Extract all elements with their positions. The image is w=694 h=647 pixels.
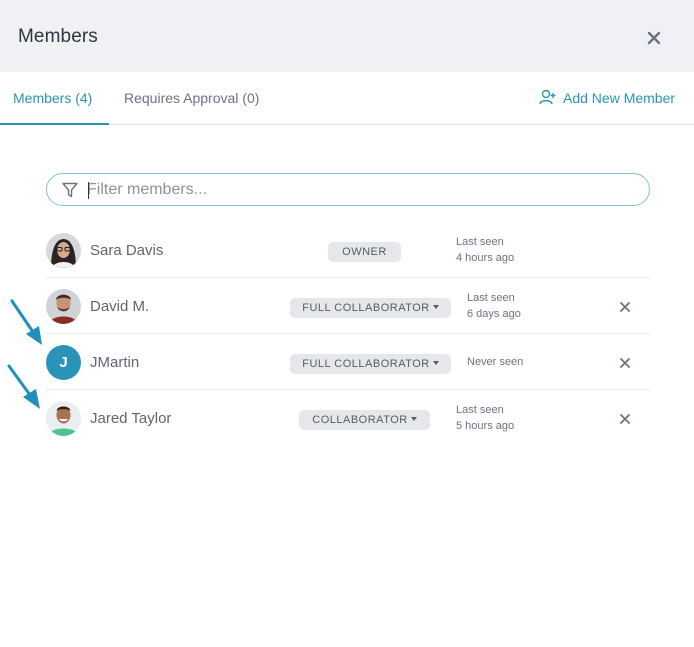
last-seen-time: 5 hours ago <box>456 420 515 432</box>
role-label: FULL COLLABORATOR <box>302 302 430 314</box>
filter-icon <box>62 182 78 198</box>
role-label: FULL COLLABORATOR <box>302 358 430 370</box>
last-seen-label: Last seen <box>456 404 504 416</box>
avatar-initial-letter: J <box>59 354 68 371</box>
avatar <box>46 233 81 268</box>
role-label: COLLABORATOR <box>312 414 408 426</box>
member-row-jmartin: J JMartin FULL COLLABORATOR Never seen <box>46 334 650 390</box>
last-seen-time: 4 hours ago <box>456 252 515 264</box>
add-new-member-button[interactable]: Add New Member <box>539 72 675 124</box>
close-icon[interactable] <box>642 26 666 50</box>
role-badge: OWNER <box>328 242 401 262</box>
avatar-initial: J <box>46 345 81 380</box>
last-seen: Last seen 5 hours ago <box>456 402 514 434</box>
annotation-arrow-icon <box>7 364 40 409</box>
tab-requires-approval[interactable]: Requires Approval (0) <box>124 72 259 125</box>
last-seen: Last seen 6 days ago <box>467 290 521 322</box>
tab-bar: Members (4) Requires Approval (0) Add Ne… <box>0 72 694 125</box>
modal-header: Members <box>0 0 694 72</box>
add-user-icon <box>539 89 556 104</box>
member-name: Sara Davis <box>90 242 164 259</box>
remove-member-icon[interactable] <box>618 300 632 314</box>
member-name: Jared Taylor <box>90 410 172 427</box>
last-seen-label: Last seen <box>467 292 515 304</box>
tab-members[interactable]: Members (4) <box>0 72 109 125</box>
text-cursor <box>88 182 89 199</box>
avatar <box>46 401 81 436</box>
member-row-david-m: David M. FULL COLLABORATOR Last seen 6 d… <box>46 278 650 334</box>
filter-members-input[interactable] <box>87 178 627 202</box>
last-seen-label: Last seen <box>456 236 504 248</box>
caret-down-icon <box>432 305 439 309</box>
filter-members-field[interactable] <box>46 173 650 206</box>
role-dropdown[interactable]: FULL COLLABORATOR <box>290 298 451 318</box>
member-name: JMartin <box>90 354 140 371</box>
caret-down-icon <box>410 417 417 421</box>
add-new-member-label: Add New Member <box>563 89 676 106</box>
caret-down-icon <box>432 361 439 365</box>
member-name: David M. <box>90 298 150 315</box>
annotation-arrow-icon <box>10 299 42 345</box>
avatar <box>46 289 81 324</box>
remove-member-icon[interactable] <box>618 412 632 426</box>
last-seen: Last seen 4 hours ago <box>456 234 514 266</box>
last-seen: Never seen <box>467 354 523 370</box>
modal-title: Members <box>18 26 98 47</box>
role-dropdown[interactable]: FULL COLLABORATOR <box>290 354 451 374</box>
role-label: OWNER <box>342 246 387 258</box>
member-row-jared-taylor: Jared Taylor COLLABORATOR Last seen 5 ho… <box>46 390 650 446</box>
member-row-sara-davis: Sara Davis OWNER Last seen 4 hours ago <box>46 222 650 278</box>
last-seen-label: Never seen <box>467 356 524 368</box>
last-seen-time: 6 days ago <box>467 308 521 320</box>
remove-member-icon[interactable] <box>618 356 632 370</box>
role-dropdown[interactable]: COLLABORATOR <box>299 410 430 430</box>
